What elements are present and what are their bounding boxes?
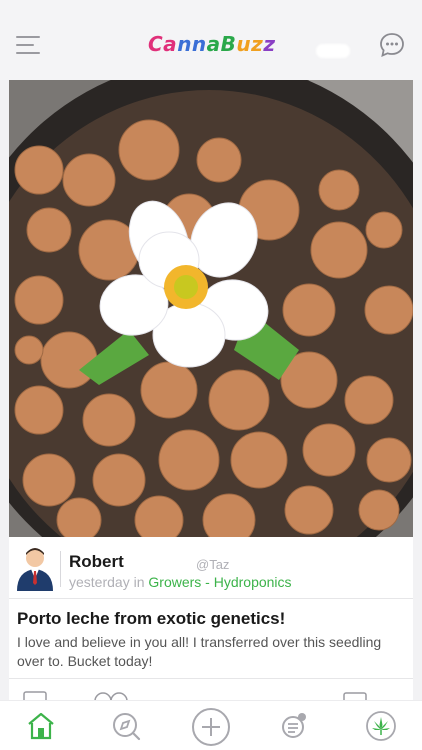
post-body: I love and believe in you all! I transfe… [17, 634, 382, 669]
menu-icon[interactable] [16, 36, 40, 54]
notes-icon[interactable] [279, 709, 313, 743]
post-category-link[interactable]: Growers - Hydroponics [148, 574, 291, 590]
author-divider [60, 551, 61, 587]
post-card[interactable]: Robert @Taz yesterday in Growers - Hydro… [9, 80, 413, 700]
author-name[interactable]: Robert [69, 552, 124, 572]
cannabis-leaf-icon[interactable] [364, 709, 398, 743]
author-row[interactable]: Robert @Taz yesterday in Growers - Hydro… [9, 537, 413, 599]
post-time: yesterday [69, 574, 130, 590]
explore-compass-icon[interactable] [109, 709, 143, 743]
avatar[interactable] [15, 545, 55, 591]
bottom-tab-bar [0, 700, 422, 750]
chat-bubble-icon[interactable] [379, 32, 405, 58]
add-plus-icon[interactable] [191, 707, 231, 747]
post-photo[interactable] [9, 80, 413, 537]
post-title: Porto leche from exotic genetics! [17, 609, 286, 628]
home-icon[interactable] [24, 709, 58, 743]
share-icon[interactable] [343, 691, 367, 700]
meta-in-word: in [129, 574, 149, 590]
app-logo: CannaBuzz [148, 32, 276, 56]
author-handle: @Taz [196, 557, 230, 572]
reactions-icon[interactable] [93, 691, 133, 700]
post-meta: yesterday in Growers - Hydroponics [69, 574, 292, 590]
post-stats-row [9, 678, 413, 700]
comment-icon[interactable] [23, 691, 47, 700]
top-nav-bar: CannaBuzz [0, 0, 422, 80]
status-pill [316, 44, 350, 58]
